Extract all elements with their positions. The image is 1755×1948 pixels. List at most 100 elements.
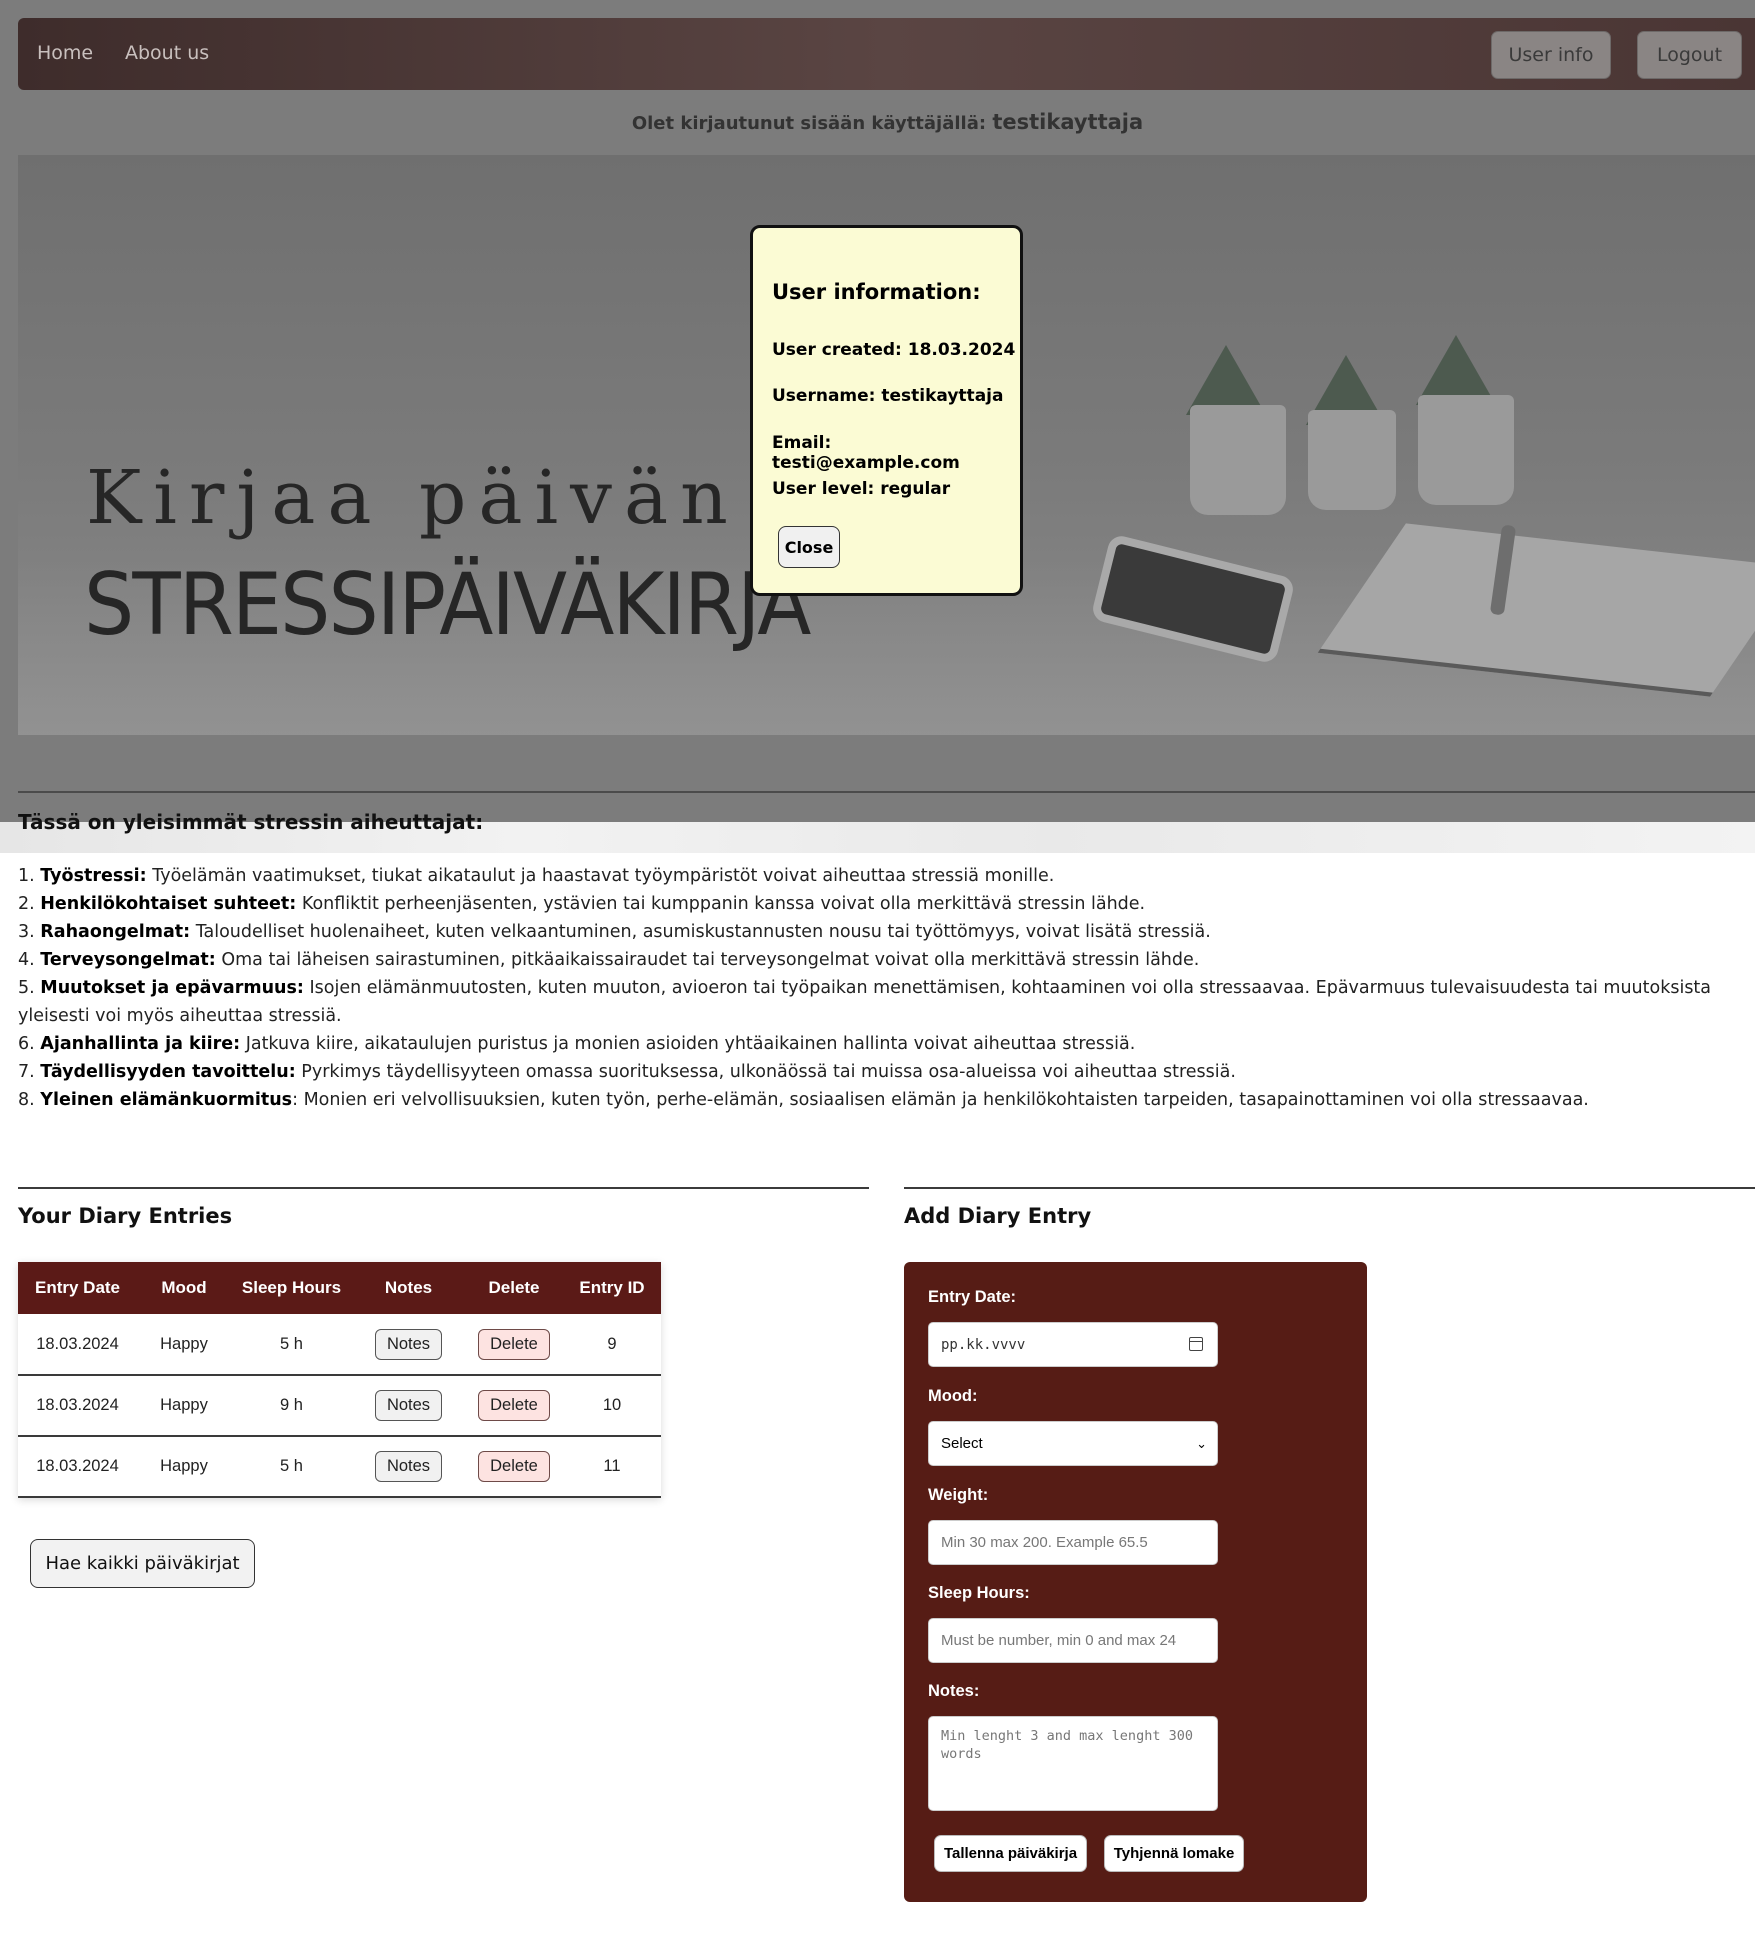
list-item-number: 4. (18, 950, 35, 970)
list-item-term: Terveysongelmat: (40, 950, 216, 970)
entry-mood: Happy (137, 1436, 231, 1498)
navbar: Home About us User info Logout (18, 18, 1755, 90)
list-item-term: Henkilökohtaiset suhteet: (40, 894, 297, 914)
clear-form-button[interactable]: Tyhjennä lomake (1104, 1835, 1244, 1872)
table-header-row: Entry Date Mood Sleep Hours Notes Delete… (18, 1262, 661, 1314)
delete-button[interactable]: Delete (478, 1451, 550, 1482)
calendar-icon[interactable] (1189, 1337, 1203, 1351)
entry-date: 18.03.2024 (18, 1314, 137, 1376)
notes-button[interactable]: Notes (374, 1328, 443, 1360)
entry-mood: Happy (137, 1314, 231, 1376)
nav-home-link[interactable]: Home (37, 42, 93, 64)
login-status-prefix: Olet kirjautunut sisään käyttäjällä: (631, 113, 987, 134)
entry-date-placeholder: pp.kk.vvvv (941, 1336, 1026, 1353)
entry-id: 10 (563, 1375, 661, 1437)
pot-icon (1190, 405, 1286, 515)
notes-label: Notes: (928, 1682, 980, 1700)
list-item-text: Oma tai läheisen sairastuminen, pitkäaik… (215, 950, 1200, 970)
sleep-hours-placeholder: Must be number, min 0 and max 24 (941, 1632, 1177, 1649)
entry-sleep: 5 h (231, 1314, 352, 1376)
notes-textarea[interactable]: Min lenght 3 and max lenght 300 words (928, 1716, 1218, 1811)
divider (18, 1187, 869, 1189)
column-header: Delete (465, 1262, 563, 1314)
list-item-text: : Monien eri velvollisuuksien, kuten työ… (292, 1090, 1589, 1110)
weight-placeholder: Min 30 max 200. Example 65.5 (941, 1534, 1148, 1551)
list-item: 3. Rahaongelmat: Taloudelliset huolenaih… (18, 918, 1738, 946)
list-item-number: 5. (18, 978, 35, 998)
pot-icon (1418, 395, 1514, 505)
list-item-text: Jatkuva kiire, aikataulujen puristus ja … (240, 1034, 1136, 1054)
list-item-number: 6. (18, 1034, 35, 1054)
fetch-all-diaries-button[interactable]: Hae kaikki päiväkirjat (30, 1539, 255, 1588)
notes-cell: Notes (352, 1375, 465, 1437)
entry-sleep: 9 h (231, 1375, 352, 1437)
entry-date-label: Entry Date: (928, 1288, 1017, 1306)
entry-id: 11 (563, 1436, 661, 1498)
user-level: User level: regular (772, 479, 951, 499)
entry-sleep: 5 h (231, 1436, 352, 1498)
causes-title: Tässä on yleisimmät stressin aiheuttajat… (18, 810, 484, 834)
notes-cell: Notes (352, 1436, 465, 1498)
user-created: User created: 18.03.2024 (772, 340, 1016, 360)
stress-causes-list: 1. Työstressi: Työelämän vaatimukset, ti… (18, 862, 1738, 1114)
list-item-text: Pyrkimys täydellisyyteen omassa suorituk… (295, 1062, 1236, 1082)
save-diary-button[interactable]: Tallenna päiväkirja (934, 1835, 1087, 1872)
list-item: 2. Henkilökohtaiset suhteet: Konfliktit … (18, 890, 1738, 918)
entry-date-input[interactable]: pp.kk.vvvv (928, 1322, 1218, 1367)
list-item-number: 8. (18, 1090, 35, 1110)
entry-date: 18.03.2024 (18, 1436, 137, 1498)
delete-cell: Delete (465, 1314, 563, 1376)
column-header: Entry Date (18, 1262, 137, 1314)
list-item-text: Taloudelliset huolenaiheet, kuten velkaa… (190, 922, 1211, 942)
list-item: 8. Yleinen elämänkuormitus: Monien eri v… (18, 1086, 1738, 1114)
table-row: 18.03.2024 Happy 5 h Notes Delete 11 (18, 1436, 661, 1498)
list-item-number: 7. (18, 1062, 35, 1082)
entries-table: Entry Date Mood Sleep Hours Notes Delete… (18, 1262, 661, 1498)
list-item-term: Ajanhallinta ja kiire: (40, 1034, 241, 1054)
user-username: Username: testikayttaja (772, 386, 1004, 406)
list-item: 7. Täydellisyyden tavoittelu: Pyrkimys t… (18, 1058, 1738, 1086)
column-header: Notes (352, 1262, 465, 1314)
list-item-number: 3. (18, 922, 35, 942)
list-item-term: Työstressi: (40, 866, 147, 886)
modal-heading: User information: (772, 280, 981, 304)
chevron-down-icon: ⌄ (1196, 1435, 1207, 1451)
user-info-modal: User information: User created: 18.03.20… (750, 225, 1023, 596)
notes-cell: Notes (352, 1314, 465, 1376)
list-item-term: Muutokset ja epävarmuus: (40, 978, 304, 998)
column-header: Entry ID (563, 1262, 661, 1314)
list-item-term: Rahaongelmat: (40, 922, 191, 942)
add-entry-form: Entry Date: pp.kk.vvvv Mood: Select ⌄ We… (904, 1262, 1367, 1902)
mood-select[interactable]: Select ⌄ (928, 1421, 1218, 1466)
mood-selected-value: Select (941, 1435, 983, 1452)
list-item: 4. Terveysongelmat: Oma tai läheisen sai… (18, 946, 1738, 974)
logout-button[interactable]: Logout (1637, 31, 1742, 79)
entry-mood: Happy (137, 1375, 231, 1437)
pot-icon (1308, 410, 1396, 510)
user-email: Email: testi@example.com (772, 433, 960, 473)
table-row: 18.03.2024 Happy 9 h Notes Delete 10 (18, 1375, 661, 1437)
delete-button[interactable]: Delete (478, 1328, 550, 1360)
list-item-text: Työelämän vaatimukset, tiukat aikataulut… (146, 866, 1055, 886)
weight-input[interactable]: Min 30 max 200. Example 65.5 (928, 1520, 1218, 1565)
notes-button[interactable]: Notes (374, 1390, 443, 1421)
sleep-hours-input[interactable]: Must be number, min 0 and max 24 (928, 1618, 1218, 1663)
notes-button[interactable]: Notes (374, 1451, 443, 1482)
list-item: 6. Ajanhallinta ja kiire: Jatkuva kiire,… (18, 1030, 1738, 1058)
list-item: 1. Työstressi: Työelämän vaatimukset, ti… (18, 862, 1738, 890)
modal-close-button[interactable]: Close (778, 526, 840, 568)
delete-button[interactable]: Delete (478, 1390, 550, 1421)
list-item: 5. Muutokset ja epävarmuus: Isojen elämä… (18, 974, 1738, 1030)
entry-id: 9 (563, 1314, 661, 1376)
mood-label: Mood: (928, 1387, 978, 1405)
list-item-number: 2. (18, 894, 35, 914)
column-header: Mood (137, 1262, 231, 1314)
list-item-number: 1. (18, 866, 35, 886)
entries-title: Your Diary Entries (18, 1204, 233, 1228)
user-info-button[interactable]: User info (1491, 31, 1611, 79)
nav-about-link[interactable]: About us (125, 42, 209, 64)
notes-placeholder: Min lenght 3 and max lenght 300 words (941, 1728, 1193, 1762)
divider (904, 1187, 1755, 1189)
weight-label: Weight: (928, 1486, 989, 1504)
add-entry-title: Add Diary Entry (904, 1204, 1092, 1228)
